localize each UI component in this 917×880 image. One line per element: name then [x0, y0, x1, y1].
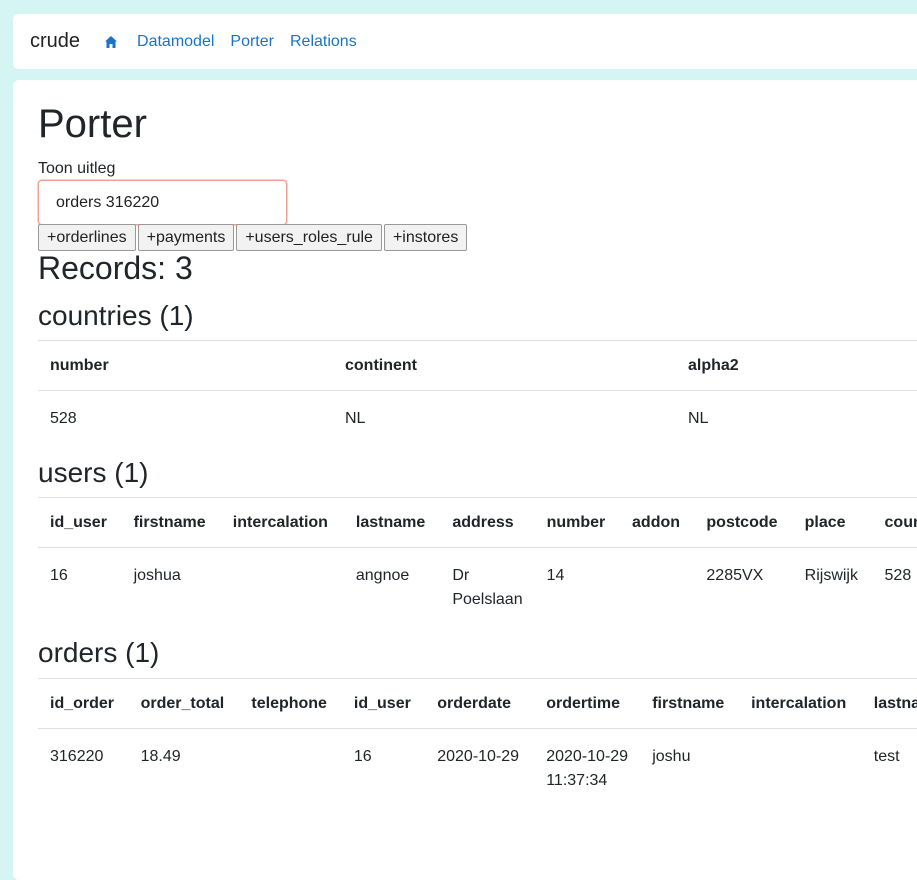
- column-header: place: [792, 497, 873, 548]
- table-cell: Dr Poelslaan: [452, 567, 523, 608]
- column-header: number: [38, 340, 333, 391]
- column-header: id_user: [38, 497, 122, 548]
- table-row: 16 joshua angnoe Dr Poelslaan 14 2285VX …: [38, 548, 917, 632]
- table-cell: angnoe: [355, 567, 410, 584]
- table-row: 316220 18.49 16 2020-10-29 2020-10-29 11…: [38, 729, 917, 813]
- nav-link-porter[interactable]: Porter: [230, 33, 274, 51]
- table-cell: test: [873, 748, 900, 765]
- column-header: intercalation: [739, 678, 862, 729]
- navbar: crude Datamodel Porter Relations: [13, 14, 917, 69]
- table-cell: 16: [353, 748, 372, 765]
- table-cell: 2285VX: [706, 567, 764, 584]
- main-panel: Porter Toon uitleg +orderlines +payments…: [13, 80, 917, 880]
- users-heading: users (1): [38, 457, 149, 488]
- add-users-roles-rule-button[interactable]: +users_roles_rule: [236, 224, 382, 251]
- column-header: address: [440, 497, 535, 548]
- column-header: order_total: [128, 678, 240, 729]
- table-cell: joshu: [652, 748, 691, 765]
- column-header: alpha2: [676, 340, 917, 391]
- countries-heading: countries (1): [38, 300, 194, 331]
- table-cell: joshua: [133, 567, 181, 584]
- add-orderlines-button[interactable]: +orderlines: [38, 224, 136, 251]
- page-title: Porter: [38, 102, 147, 146]
- home-icon[interactable]: [104, 35, 118, 49]
- table-cell: [739, 729, 862, 813]
- table-cell: NL: [345, 410, 366, 427]
- table-cell: [239, 729, 342, 813]
- table-cell: Rijswijk: [804, 567, 858, 584]
- table-cell: 2020-10-29 11:37:34: [546, 748, 629, 789]
- table-row: 528 NL NL: [38, 391, 917, 451]
- table-cell: [221, 548, 344, 632]
- column-header: lastname: [343, 497, 441, 548]
- column-header: id_user: [341, 678, 426, 729]
- countries-table: number continent alpha2 528 NL NL: [38, 340, 917, 451]
- records-count: Records: 3: [38, 250, 193, 286]
- column-header: continent: [333, 340, 676, 391]
- table-cell: NL: [688, 410, 709, 427]
- column-header: telephone: [239, 678, 342, 729]
- table-cell: 18.49: [140, 748, 181, 765]
- table-cell: 16: [50, 567, 68, 584]
- table-cell: 2020-10-29: [437, 748, 520, 765]
- orders-heading: orders (1): [38, 637, 160, 668]
- nav-link-relations[interactable]: Relations: [290, 33, 357, 51]
- orders-table: id_order order_total telephone id_user o…: [38, 678, 917, 813]
- column-header: addon: [620, 497, 695, 548]
- toggle-explanation-link[interactable]: Toon uitleg: [38, 160, 115, 178]
- relation-buttons: +orderlines +payments +users_roles_rule …: [38, 224, 468, 251]
- column-header: number: [534, 497, 621, 548]
- users-table: id_user firstname intercalation lastname…: [38, 497, 917, 632]
- nav-link-datamodel[interactable]: Datamodel: [137, 33, 214, 51]
- table-cell: 528: [884, 567, 912, 584]
- brand-logo[interactable]: crude: [30, 30, 80, 53]
- add-payments-button[interactable]: +payments: [137, 224, 235, 251]
- column-header: ordertime: [534, 678, 641, 729]
- column-header: firstname: [121, 497, 221, 548]
- column-header: firstname: [640, 678, 740, 729]
- column-header: lastname: [861, 678, 917, 729]
- add-instores-button[interactable]: +instores: [383, 224, 468, 251]
- column-header: id_order: [38, 678, 129, 729]
- table-cell: [620, 548, 694, 632]
- column-header: orderdate: [425, 678, 535, 729]
- column-header: postcode: [694, 497, 793, 548]
- search-input[interactable]: [38, 180, 287, 225]
- column-header: country: [872, 497, 917, 548]
- table-cell: 316220: [50, 748, 104, 765]
- table-cell: 528: [50, 410, 77, 427]
- table-cell: 14: [546, 567, 565, 584]
- column-header: intercalation: [220, 497, 344, 548]
